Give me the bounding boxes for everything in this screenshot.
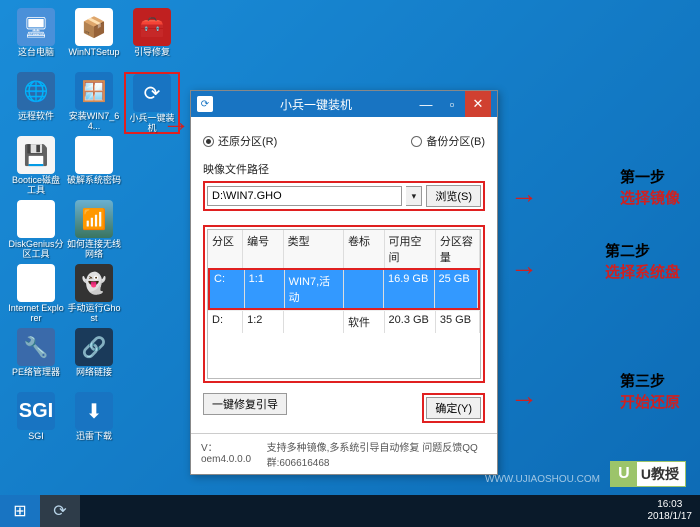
icon-label: DiskGenius分区工具 xyxy=(8,240,64,260)
desktop-icon[interactable]: 👻手动运行Ghost xyxy=(66,264,122,326)
close-button[interactable]: ✕ xyxy=(465,91,491,117)
annotation: 第一步选择镜像 xyxy=(620,166,680,208)
clock[interactable]: 16:03 2018/1/17 xyxy=(640,499,700,523)
app-icon: 👻 xyxy=(75,264,113,302)
app-icon: G xyxy=(17,200,55,238)
icon-label: 手动运行Ghost xyxy=(66,304,122,324)
desktop-icon[interactable]: NT 破解系统密码 xyxy=(66,136,122,198)
partition-table: 分区 编号 类型 卷标 可用空间 分区容量 C:1:1WIN7,活动16.9 G… xyxy=(207,229,481,379)
icon-label: 引导修复 xyxy=(124,48,180,58)
watermark-url: WWW.UJIAOSHOU.COM xyxy=(485,474,600,485)
icon-label: 安装WIN7_64... xyxy=(66,112,122,132)
image-path-input[interactable] xyxy=(207,186,402,206)
table-row[interactable]: C:1:1WIN7,活动16.9 GB25 GB xyxy=(208,268,480,310)
taskbar: ⊞ ⟳ 16:03 2018/1/17 xyxy=(0,495,700,527)
app-icon: 🔧 xyxy=(17,328,55,366)
ok-button[interactable]: 确定(Y) xyxy=(426,397,481,419)
installer-window: ⟳ 小兵一键装机 — ▫ ✕ 还原分区(R) 备份分区(B) 映像文件路径 ▾ … xyxy=(190,90,498,475)
icon-label: WinNTSetup xyxy=(66,48,122,58)
desktop-icon[interactable]: 🌐 远程软件 xyxy=(8,72,64,134)
app-icon: 📶 xyxy=(75,200,113,238)
app-icon: 🖥 xyxy=(17,8,55,46)
taskbar-item[interactable]: ⟳ xyxy=(40,495,80,527)
app-icon: 🌐 xyxy=(17,72,55,110)
app-icon: NT xyxy=(75,136,113,174)
icon-label: 破解系统密码 xyxy=(66,176,122,186)
maximize-button[interactable]: ▫ xyxy=(439,91,465,117)
desktop-icon[interactable]: 🔗 网络链接 xyxy=(66,328,122,390)
app-icon: ⬇ xyxy=(75,392,113,430)
desktop-icon[interactable]: 🪟安装WIN7_64... xyxy=(66,72,122,134)
start-button[interactable]: ⊞ xyxy=(0,495,40,527)
table-row[interactable]: D:1:2软件20.3 GB35 GB xyxy=(208,310,480,333)
window-title: 小兵一键装机 xyxy=(219,96,413,113)
path-dropdown[interactable]: ▾ xyxy=(406,186,422,206)
repair-boot-button[interactable]: 一键修复引导 xyxy=(203,393,287,415)
app-icon: 🧰 xyxy=(133,8,171,46)
backup-radio[interactable]: 备份分区(B) xyxy=(411,133,485,149)
title-bar[interactable]: ⟳ 小兵一键装机 — ▫ ✕ xyxy=(191,91,497,117)
watermark-logo: UU教授 xyxy=(610,461,686,487)
desktop-icon[interactable]: GDiskGenius分区工具 xyxy=(8,200,64,262)
desktop-icon[interactable]: 🧰 引导修复 xyxy=(124,8,180,70)
desktop-icon[interactable]: 🔧 PE络管理器 xyxy=(8,328,64,390)
app-icon: SGI xyxy=(17,392,55,430)
icon-label: 迅雷下载 xyxy=(66,432,122,442)
app-icon: 💾 xyxy=(17,136,55,174)
icon-label: SGI xyxy=(8,432,64,442)
app-icon: ⟳ xyxy=(197,96,213,112)
restore-radio[interactable]: 还原分区(R) xyxy=(203,133,277,149)
icon-label: 这台电脑 xyxy=(8,48,64,58)
arrow-icon: → xyxy=(510,178,538,210)
browse-button[interactable]: 浏览(S) xyxy=(426,185,481,207)
app-icon: 📦 xyxy=(75,8,113,46)
app-icon: 🔗 xyxy=(75,328,113,366)
desktop-icon[interactable]: ⬇ 迅雷下载 xyxy=(66,392,122,454)
icon-label: Bootice磁盘工具 xyxy=(8,176,64,196)
icon-label: 如何连接无线网络 xyxy=(66,240,122,260)
annotation: 第三步开始还原 xyxy=(620,370,680,412)
desktop-icon[interactable]: 💾Bootice磁盘工具 xyxy=(8,136,64,198)
desktop-icon[interactable]: eInternet Explorer xyxy=(8,264,64,326)
app-icon: e xyxy=(17,264,55,302)
desktop-icon[interactable]: 🖥 这台电脑 xyxy=(8,8,64,70)
minimize-button[interactable]: — xyxy=(413,91,439,117)
desktop-icon[interactable]: 📶如何连接无线网络 xyxy=(66,200,122,262)
arrow-icon: → xyxy=(510,380,538,412)
status-bar: V：oem4.0.0.0 支持多种镜像,多系统引导自动修复 问题反馈QQ群:60… xyxy=(191,433,497,474)
icon-label: PE络管理器 xyxy=(8,368,64,378)
annotation: 第二步选择系统盘 xyxy=(605,240,680,282)
app-icon: 🪟 xyxy=(75,72,113,110)
desktop-icon[interactable]: SGI SGI xyxy=(8,392,64,454)
table-header: 分区 编号 类型 卷标 可用空间 分区容量 xyxy=(208,230,480,268)
arrow-icon: → xyxy=(162,106,190,138)
icon-label: 网络链接 xyxy=(66,368,122,378)
desktop-icon[interactable]: 📦 WinNTSetup xyxy=(66,8,122,70)
icon-label: Internet Explorer xyxy=(8,304,64,324)
icon-label: 远程软件 xyxy=(8,112,64,122)
image-path-label: 映像文件路径 xyxy=(203,161,485,177)
arrow-icon: → xyxy=(510,250,538,282)
